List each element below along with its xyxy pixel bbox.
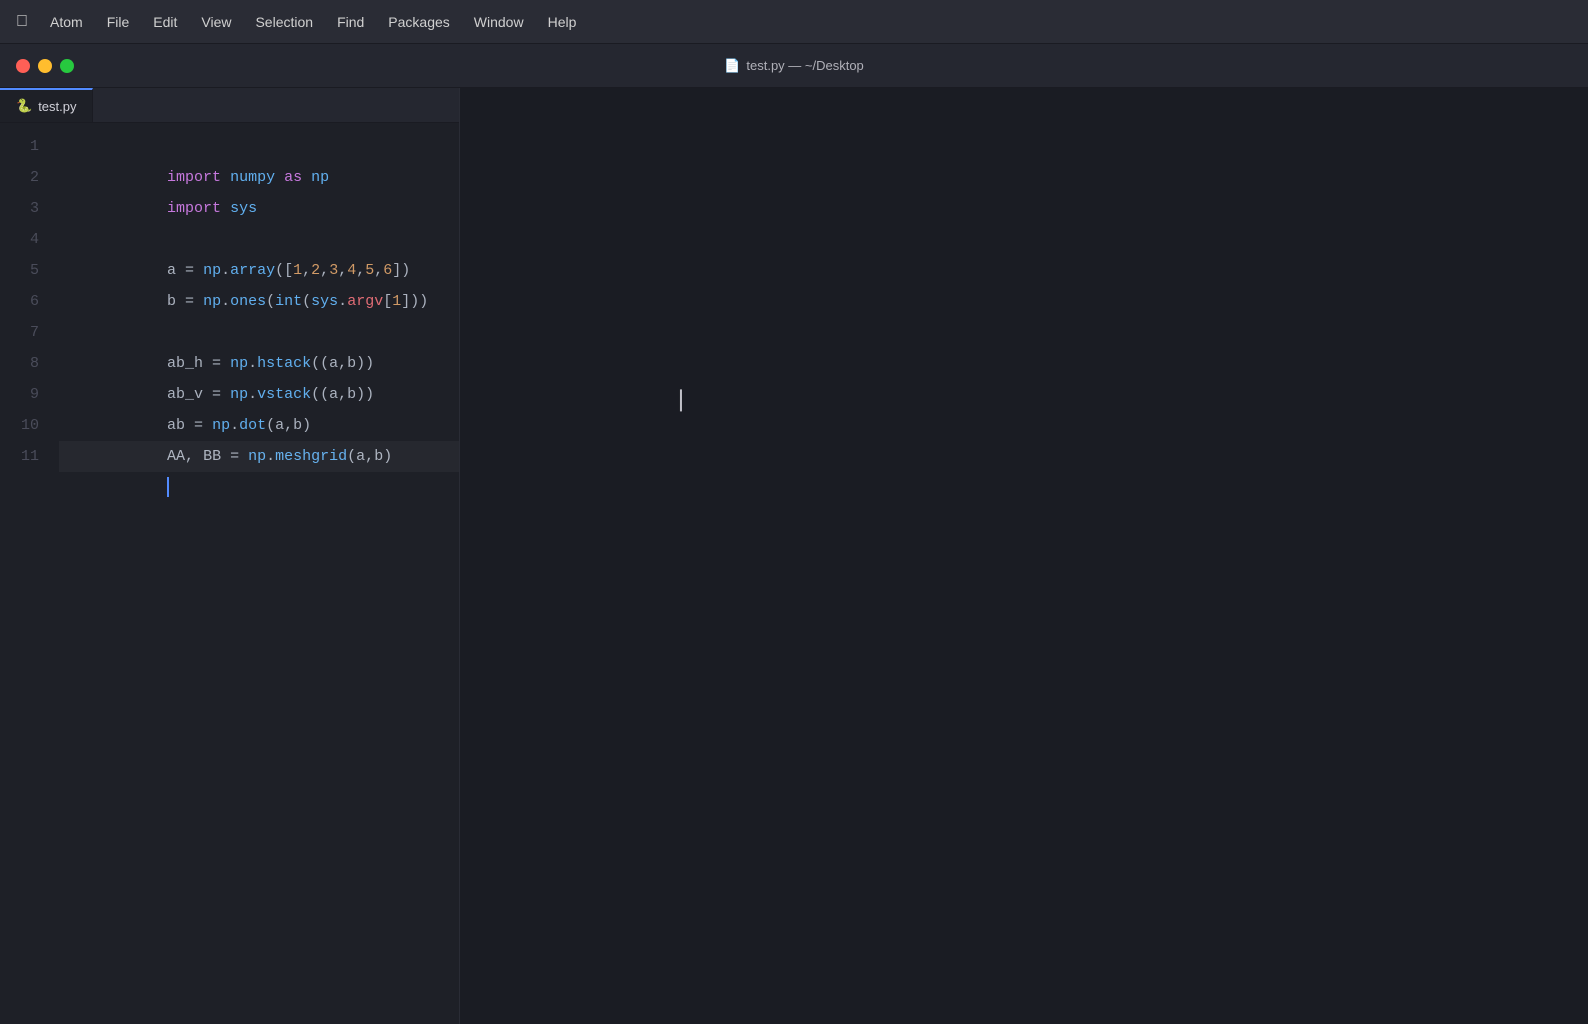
code-line-2: import sys [59, 162, 459, 193]
line-num-11: 11 [0, 441, 39, 472]
code-line-6 [59, 286, 459, 317]
menu-window[interactable]: Window [464, 10, 534, 34]
editor-right-area[interactable]: ⎸ [460, 88, 1588, 1024]
maximize-button[interactable] [60, 59, 74, 73]
line-num-7: 7 [0, 317, 39, 348]
code-area: 1 2 3 4 5 6 7 8 9 10 11 import numpy a [0, 123, 459, 1024]
code-line-3 [59, 193, 459, 224]
window-title: 📄 test.py — ~/Desktop [724, 58, 864, 74]
code-lines: import numpy as np import sys a = np.arr… [55, 131, 459, 1024]
menu-file[interactable]: File [97, 10, 140, 34]
tab-label: test.py [38, 99, 76, 114]
titlebar: 📄 test.py — ~/Desktop [0, 44, 1588, 88]
code-editor[interactable]: 1 2 3 4 5 6 7 8 9 10 11 import numpy a [0, 123, 459, 1024]
line-numbers: 1 2 3 4 5 6 7 8 9 10 11 [0, 131, 55, 1024]
file-type-icon: 📄 [724, 58, 740, 74]
menu-atom[interactable]: Atom [40, 10, 93, 34]
line-num-6: 6 [0, 286, 39, 317]
menu-view[interactable]: View [191, 10, 241, 34]
code-line-9: ab = np.dot(a,b) [59, 379, 459, 410]
tab-bar: 🐍 test.py [0, 88, 459, 123]
right-panel: ⎸ [460, 88, 1588, 1024]
menubar:  Atom File Edit View Selection Find Pac… [0, 0, 1588, 44]
close-button[interactable] [16, 59, 30, 73]
menu-selection[interactable]: Selection [245, 10, 323, 34]
line-num-1: 1 [0, 131, 39, 162]
line-num-8: 8 [0, 348, 39, 379]
line-num-3: 3 [0, 193, 39, 224]
code-line-1: import numpy as np [59, 131, 459, 162]
menu-help[interactable]: Help [538, 10, 587, 34]
tab-test-py[interactable]: 🐍 test.py [0, 88, 93, 122]
editor-container: 🐍 test.py 1 2 3 4 5 6 7 8 9 10 11 [0, 88, 1588, 1024]
ibeam-cursor: ⎸ [680, 388, 702, 413]
line-num-10: 10 [0, 410, 39, 441]
sidebar: 🐍 test.py 1 2 3 4 5 6 7 8 9 10 11 [0, 88, 460, 1024]
line-num-5: 5 [0, 255, 39, 286]
apple-menu[interactable]:  [16, 13, 28, 31]
code-line-7: ab_h = np.hstack((a,b)) [59, 317, 459, 348]
window-controls [16, 59, 74, 73]
code-line-11 [59, 441, 459, 472]
menu-find[interactable]: Find [327, 10, 374, 34]
code-line-8: ab_v = np.vstack((a,b)) [59, 348, 459, 379]
code-line-4: a = np.array([1,2,3,4,5,6]) [59, 224, 459, 255]
line-num-2: 2 [0, 162, 39, 193]
menu-packages[interactable]: Packages [378, 10, 459, 34]
python-file-icon: 🐍 [16, 98, 32, 114]
title-label: test.py — ~/Desktop [746, 58, 863, 73]
minimize-button[interactable] [38, 59, 52, 73]
code-line-5: b = np.ones(int(sys.argv[1])) [59, 255, 459, 286]
menu-edit[interactable]: Edit [143, 10, 187, 34]
line-num-4: 4 [0, 224, 39, 255]
code-line-10: AA, BB = np.meshgrid(a,b) [59, 410, 459, 441]
line-num-9: 9 [0, 379, 39, 410]
text-cursor [167, 477, 169, 497]
